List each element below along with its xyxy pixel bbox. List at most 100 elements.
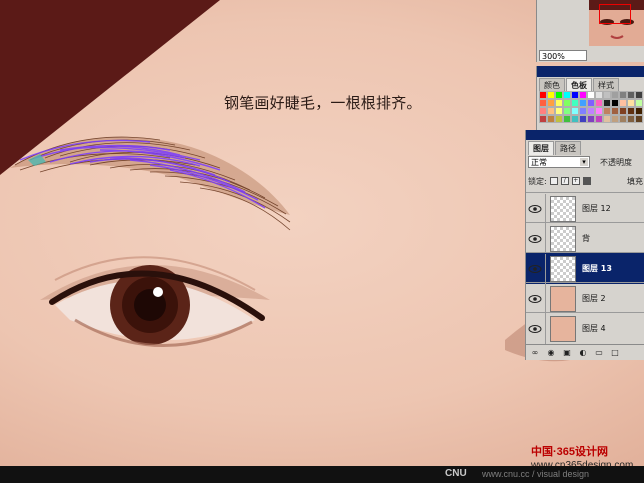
swatch-color[interactable] [571,99,579,107]
link-icon[interactable]: ∞ [530,348,540,357]
tab-paths[interactable]: 路径 [555,141,581,155]
swatch-grid [539,91,644,123]
layer-row[interactable]: 图层 4 [526,312,644,344]
swatch-color[interactable] [571,91,579,99]
swatch-color[interactable] [555,91,563,99]
swatch-color[interactable] [603,107,611,115]
fill-label: 填充 [627,176,643,186]
swatch-color[interactable] [611,115,619,123]
navigator-view-box[interactable] [599,4,631,24]
layer-row[interactable]: 背 [526,222,644,254]
swatch-color[interactable] [587,107,595,115]
swatch-color[interactable] [555,107,563,115]
bottom-bar: CNU www.cnu.cc / visual design [0,466,644,483]
swatch-color[interactable] [587,99,595,107]
swatch-color[interactable] [595,99,603,107]
swatch-color[interactable] [595,107,603,115]
adjustment-icon[interactable]: ◐ [578,348,588,357]
swatch-color[interactable] [579,91,587,99]
new-layer-icon[interactable]: □ [610,348,620,357]
layer-name: 图层 4 [582,324,606,333]
swatch-color[interactable] [563,115,571,123]
swatch-color[interactable] [579,107,587,115]
navigator-thumbnail[interactable] [589,0,644,46]
swatch-color[interactable] [635,99,643,107]
layer-thumbnail[interactable] [550,285,576,312]
swatch-color[interactable] [539,107,547,115]
layer-thumbnail[interactable] [550,195,576,222]
swatch-color[interactable] [563,91,571,99]
swatch-color[interactable] [555,99,563,107]
swatch-color[interactable] [619,107,627,115]
swatch-color[interactable] [619,115,627,123]
swatch-color[interactable] [555,115,563,123]
visibility-eye-icon[interactable] [528,292,542,306]
swatch-color[interactable] [579,99,587,107]
swatch-color[interactable] [603,99,611,107]
swatch-color[interactable] [627,91,635,99]
swatch-color[interactable] [571,115,579,123]
swatch-color[interactable] [539,99,547,107]
new-set-icon[interactable]: ▭ [594,348,604,357]
tab-swatches[interactable]: 色板 [566,78,592,92]
eye-highlight [153,287,163,297]
swatch-color[interactable] [627,115,635,123]
navigator-panel[interactable]: 300% [536,0,644,62]
swatch-color[interactable] [571,107,579,115]
swatch-color[interactable] [603,115,611,123]
swatch-color[interactable] [619,91,627,99]
navigator-zoom-field[interactable]: 300% [539,50,587,61]
swatch-color[interactable] [595,91,603,99]
layer-thumbnail[interactable] [550,255,576,282]
swatch-color[interactable] [627,107,635,115]
swatch-color[interactable] [603,91,611,99]
swatches-titlebar[interactable] [537,66,644,77]
tab-color[interactable]: 颜色 [539,78,565,92]
swatch-color[interactable] [635,115,643,123]
swatch-color[interactable] [611,91,619,99]
layer-thumbnail[interactable] [550,225,576,252]
layer-name: 图层 13 [582,264,612,273]
swatch-color[interactable] [587,115,595,123]
lock-transparency-icon[interactable] [549,177,558,185]
layer-row[interactable]: 图层 2 [526,282,644,314]
layer-row[interactable]: 图层 12 [526,192,644,224]
swatch-color[interactable] [547,99,555,107]
visibility-eye-icon[interactable] [528,202,542,216]
swatch-color[interactable] [539,91,547,99]
tab-styles[interactable]: 样式 [593,78,619,92]
visibility-eye-icon[interactable] [528,262,542,276]
tab-layers[interactable]: 图层 [528,141,554,155]
canvas-caption: 钢笔画好睫毛，一根根排齐。 [224,94,422,112]
lock-move-icon[interactable]: + [571,177,580,185]
swatch-color[interactable] [595,115,603,123]
swatch-color[interactable] [563,107,571,115]
swatch-color[interactable] [539,115,547,123]
swatch-color[interactable] [627,99,635,107]
layer-style-icon[interactable]: ◉ [546,348,556,357]
lock-all-icon[interactable] [582,177,591,185]
swatch-color[interactable] [563,99,571,107]
lock-brush-icon[interactable]: / [560,177,569,185]
watermark-cnu: CNU [445,468,467,479]
swatch-color[interactable] [635,91,643,99]
layers-panel: 图层 路径 正常 ▾ 不透明度 锁定: / + 填充 图层 12 背图层 13 图层… [525,130,644,360]
blend-mode-select[interactable]: 正常 ▾ [528,156,590,168]
swatch-color[interactable] [611,107,619,115]
swatch-color[interactable] [587,91,595,99]
visibility-eye-icon[interactable] [528,232,542,246]
swatch-color[interactable] [547,107,555,115]
layer-thumbnail[interactable] [550,315,576,342]
swatch-color[interactable] [547,115,555,123]
swatch-color[interactable] [579,115,587,123]
swatch-color[interactable] [547,91,555,99]
layers-titlebar[interactable] [526,130,644,140]
layer-row[interactable]: 图层 13 [526,252,644,284]
swatch-color[interactable] [619,99,627,107]
swatch-color[interactable] [611,99,619,107]
layer-row-divider [545,283,546,314]
visibility-eye-icon[interactable] [528,322,542,336]
swatch-color[interactable] [635,107,643,115]
mask-icon[interactable]: ▣ [562,348,572,357]
lock-row: 锁定: / + 填充 [528,174,644,188]
